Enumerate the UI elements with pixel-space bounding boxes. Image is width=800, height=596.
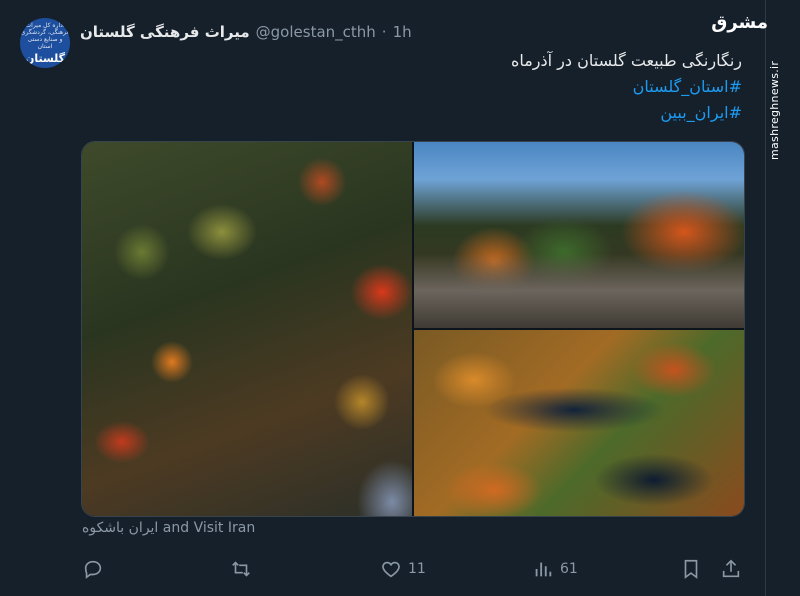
tweet-header: میراث فرهنگی گلستان @golestan_cthh · 1h (80, 20, 740, 44)
share-icon (722, 559, 740, 578)
media-caption[interactable]: ایران باشکوه and Visit Iran (82, 520, 255, 540)
media-grid (81, 141, 745, 517)
reply-icon (84, 560, 102, 579)
retweet-icon (232, 561, 250, 577)
mashregh-logo: مشرق (711, 12, 768, 33)
bookmark-icon (684, 559, 698, 579)
tweet-text: رنگارنگی طبیعت گلستان در آذرماه #استان_گ… (142, 48, 742, 126)
photo-aerial-forest[interactable] (414, 330, 744, 516)
display-name[interactable]: میراث فرهنگی گلستان (80, 23, 250, 41)
photo-forest-river[interactable] (414, 142, 744, 328)
bookmark-button[interactable] (680, 552, 702, 586)
timestamp[interactable]: 1h (393, 23, 412, 41)
handle[interactable]: @golestan_cthh (256, 23, 376, 41)
analytics-icon (535, 562, 552, 577)
share-button[interactable] (720, 552, 742, 586)
views-button[interactable]: 61 (532, 552, 578, 586)
avatar[interactable]: اداره کل میراث فرهنگی، گردشگری و صنایع د… (20, 18, 70, 68)
hashtag-link[interactable]: #ایران_ببین (142, 100, 742, 126)
separator-dot: · (381, 23, 387, 41)
retweet-button[interactable] (230, 552, 258, 586)
heart-icon (382, 561, 400, 578)
watermark-url: mashreghnews.ir (768, 60, 781, 160)
like-count: 11 (408, 561, 426, 577)
avatar-subtitle: اداره کل میراث فرهنگی، گردشگری و صنایع د… (20, 21, 70, 50)
action-bar: 11 61 (80, 552, 750, 586)
avatar-title: گلستان (24, 51, 66, 65)
tweet-line: رنگارنگی طبیعت گلستان در آذرماه (510, 51, 742, 70)
reply-button[interactable] (82, 552, 110, 586)
like-button[interactable]: 11 (380, 552, 426, 586)
view-count: 61 (560, 561, 578, 577)
right-divider (765, 0, 766, 596)
photo-forest-canopy[interactable] (82, 142, 412, 516)
hashtag-link[interactable]: #استان_گلستان (142, 74, 742, 100)
